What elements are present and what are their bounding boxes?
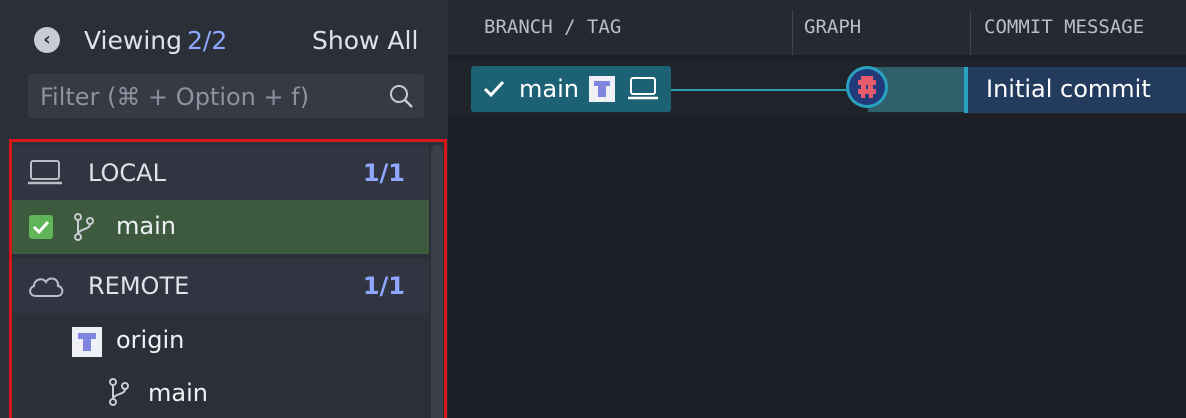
branch-icon	[109, 378, 129, 406]
viewing-count: 2/2	[187, 26, 228, 55]
viewing-row: ‹ Viewing 2/2 Show All	[34, 22, 424, 60]
laptop-icon	[628, 77, 658, 100]
commit-message: Initial commit	[986, 75, 1151, 103]
local-branch-main[interactable]: main	[12, 200, 429, 254]
commit-row[interactable]: main Initial commit	[448, 62, 1186, 114]
search-icon[interactable]	[388, 83, 414, 109]
local-branch-label: main	[116, 212, 176, 240]
local-label: LOCAL	[88, 159, 166, 187]
branch-tree: LOCAL 1/1 main REMOTE 1/1 origin main	[9, 139, 447, 418]
column-divider[interactable]	[792, 10, 793, 55]
viewing-label: Viewing	[84, 26, 182, 55]
local-count: 1/1	[362, 159, 405, 187]
cloud-icon	[29, 277, 64, 297]
remote-count: 1/1	[362, 272, 405, 300]
show-all-button[interactable]: Show All	[312, 26, 418, 55]
branch-icon	[74, 213, 94, 241]
pixel-avatar-icon	[858, 76, 876, 98]
graph-column-header: BRANCH / TAG GRAPH COMMIT MESSAGE	[448, 0, 1186, 55]
column-branch-tag[interactable]: BRANCH / TAG	[484, 0, 621, 55]
remote-avatar-icon	[72, 327, 102, 357]
checkbox-checked[interactable]	[29, 215, 53, 239]
local-section-header[interactable]: LOCAL 1/1	[12, 145, 429, 200]
laptop-icon	[28, 160, 62, 185]
remote-branch-label: main	[148, 379, 208, 407]
remote-avatar-icon	[589, 76, 615, 102]
remote-label: REMOTE	[88, 272, 190, 300]
column-divider[interactable]	[970, 10, 971, 55]
branch-label-main[interactable]: main	[471, 66, 671, 112]
commit-node-avatar[interactable]	[846, 66, 888, 108]
filter-input[interactable]	[28, 74, 382, 120]
author-avatar-icon	[849, 69, 885, 105]
remote-branch-main[interactable]: main	[12, 367, 429, 417]
check-icon	[32, 220, 50, 235]
remote-origin[interactable]: origin	[12, 313, 429, 363]
left-panel-header: ‹ Viewing 2/2 Show All	[0, 0, 448, 134]
column-graph[interactable]: GRAPH	[804, 0, 861, 55]
left-panel: ‹ Viewing 2/2 Show All LOCAL 1/1	[0, 0, 448, 418]
origin-label: origin	[116, 326, 185, 354]
tree-scrollbar[interactable]	[431, 145, 443, 418]
chevron-left-icon[interactable]: ‹	[34, 27, 60, 53]
graph-connector-line	[671, 89, 848, 91]
check-icon	[483, 80, 505, 98]
remote-section-header[interactable]: REMOTE 1/1	[12, 258, 429, 313]
branch-pill-label: main	[519, 75, 579, 103]
column-commit-message[interactable]: COMMIT MESSAGE	[984, 0, 1144, 55]
filter-box[interactable]	[28, 74, 424, 120]
